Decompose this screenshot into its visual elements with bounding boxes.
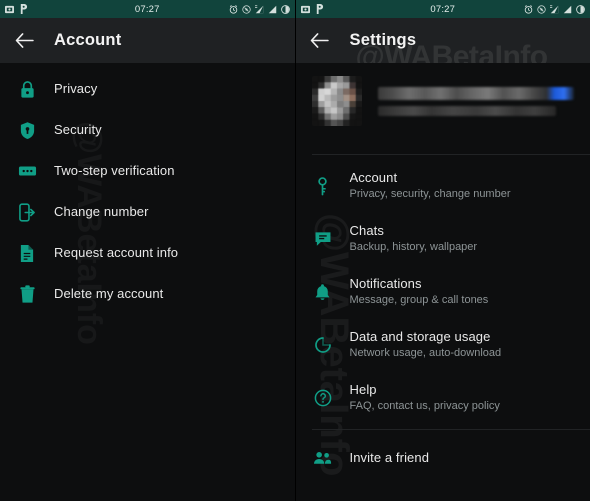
wifi-icon <box>537 4 546 14</box>
pandora-icon <box>316 4 323 14</box>
list-item-text: Change number <box>54 204 149 220</box>
status-bar-right-icons <box>229 4 290 14</box>
status-bar-right-icons <box>524 4 585 14</box>
people-icon <box>312 451 334 465</box>
list-item-sublabel: FAQ, contact us, privacy policy <box>349 400 500 412</box>
divider-footer <box>311 429 590 430</box>
wifi-icon <box>241 4 251 14</box>
profile-name-redacted <box>377 86 574 100</box>
list-item-label: Notifications <box>349 276 422 291</box>
list-item-label: Security <box>54 122 102 137</box>
list-item-security[interactable]: Security <box>0 115 295 145</box>
avatar[interactable] <box>311 76 362 126</box>
dual-screenshot: 07:27 Account @WABetaInfo Pr <box>0 0 590 501</box>
list-item-label: Chats <box>349 223 384 238</box>
list-item-text: Account Privacy, security, change number <box>350 170 511 202</box>
list-item-sublabel: Network usage, auto-download <box>349 347 502 359</box>
list-item-chats[interactable]: Chats Backup, history, wallpaper <box>296 220 590 258</box>
list-item-text: Request account info <box>54 245 178 261</box>
signal-icon-2 <box>268 5 276 13</box>
list-item-data-and-storage-usage[interactable]: Data and storage usage Network usage, au… <box>296 326 590 364</box>
list-item-text: Privacy <box>54 81 97 97</box>
list-item-change-number[interactable]: Change number <box>0 197 295 227</box>
alarm-icon <box>524 4 533 14</box>
list-item-two-step-verification[interactable]: Two-step verification <box>0 156 295 186</box>
list-item-sublabel: Message, group & call tones <box>349 294 489 306</box>
watermark-vertical-left: @WABetaInfo <box>69 121 108 345</box>
list-item-text: Security <box>54 122 102 138</box>
appbar-account: Account <box>0 18 295 63</box>
list-item-invite-a-friend[interactable]: Invite a friend <box>296 443 590 473</box>
list-item-text: Notifications Message, group & call tone… <box>350 276 489 308</box>
appbar-settings: Settings @WABetaInfo <box>295 18 590 73</box>
account-list: @WABetaInfo Privacy Security <box>0 63 295 501</box>
right-panel-settings: 07:27 Settings @WABetaInfo @WABetaInfo A… <box>295 0 590 501</box>
list-item-label: Change number <box>54 204 149 219</box>
list-item-text: Two-step verification <box>54 163 175 179</box>
list-item-label: Help <box>349 382 377 397</box>
profile-status-redacted <box>377 105 556 116</box>
profile-text <box>377 86 574 116</box>
chat-icon <box>312 231 334 248</box>
list-item-text: Data and storage usage Network usage, au… <box>350 329 502 361</box>
shield-icon <box>16 121 38 140</box>
status-bar-left: 07:27 <box>0 0 295 18</box>
list-item-text: Delete my account <box>54 286 163 302</box>
list-item-request-account-info[interactable]: Request account info <box>0 238 295 268</box>
list-item-label: Data and storage usage <box>349 329 491 344</box>
list-item-sublabel: Backup, history, wallpaper <box>349 241 478 253</box>
list-item-text: Invite a friend <box>350 450 430 466</box>
list-item-delete-my-account[interactable]: Delete my account <box>0 279 295 309</box>
list-item-label: Account <box>349 170 398 185</box>
list-item-help[interactable]: Help FAQ, contact us, privacy policy <box>296 379 590 417</box>
back-arrow-icon[interactable] <box>12 29 36 53</box>
key-icon <box>312 176 334 196</box>
lock-icon <box>16 80 38 99</box>
data-usage-icon <box>312 336 334 354</box>
settings-list: @WABetaInfo Account Privacy, security, c… <box>295 63 590 501</box>
list-item-label: Request account info <box>54 245 179 260</box>
screenshot-icon <box>5 5 14 13</box>
divider-profile <box>311 154 590 155</box>
list-item-label: Invite a friend <box>349 450 430 465</box>
page-title: Account <box>54 31 122 49</box>
change-number-icon <box>16 202 38 222</box>
signal-icon-1 <box>254 4 263 13</box>
help-icon <box>312 389 334 407</box>
battery-icon <box>576 4 585 14</box>
status-bar-left-icons <box>5 4 28 14</box>
list-item-label: Privacy <box>54 81 98 96</box>
page-title: Settings <box>349 31 417 49</box>
trash-icon <box>16 284 38 304</box>
pandora-icon <box>20 4 28 14</box>
back-arrow-icon[interactable] <box>308 29 332 53</box>
list-item-notifications[interactable]: Notifications Message, group & call tone… <box>296 273 590 311</box>
screenshot-icon <box>300 5 310 13</box>
list-item-text: Chats Backup, history, wallpaper <box>350 223 478 255</box>
list-item-label: Delete my account <box>54 286 164 301</box>
document-icon <box>16 244 38 263</box>
alarm-icon <box>229 4 237 14</box>
list-item-sublabel: Privacy, security, change number <box>349 188 511 200</box>
status-bar-left-icons <box>300 4 324 14</box>
list-item-label: Two-step verification <box>54 163 175 178</box>
battery-icon <box>280 4 290 14</box>
left-panel-account: 07:27 Account @WABetaInfo Pr <box>0 0 296 501</box>
status-bar-right: 07:27 <box>295 0 590 18</box>
list-item-account[interactable]: Account Privacy, security, change number <box>296 167 590 205</box>
signal-icon-1 <box>550 4 559 13</box>
profile-row[interactable] <box>296 63 590 139</box>
bell-icon <box>312 283 334 302</box>
list-item-text: Help FAQ, contact us, privacy policy <box>350 382 500 414</box>
signal-icon-2 <box>563 5 572 13</box>
pin-code-icon <box>16 164 38 178</box>
list-item-privacy[interactable]: Privacy <box>0 74 295 104</box>
